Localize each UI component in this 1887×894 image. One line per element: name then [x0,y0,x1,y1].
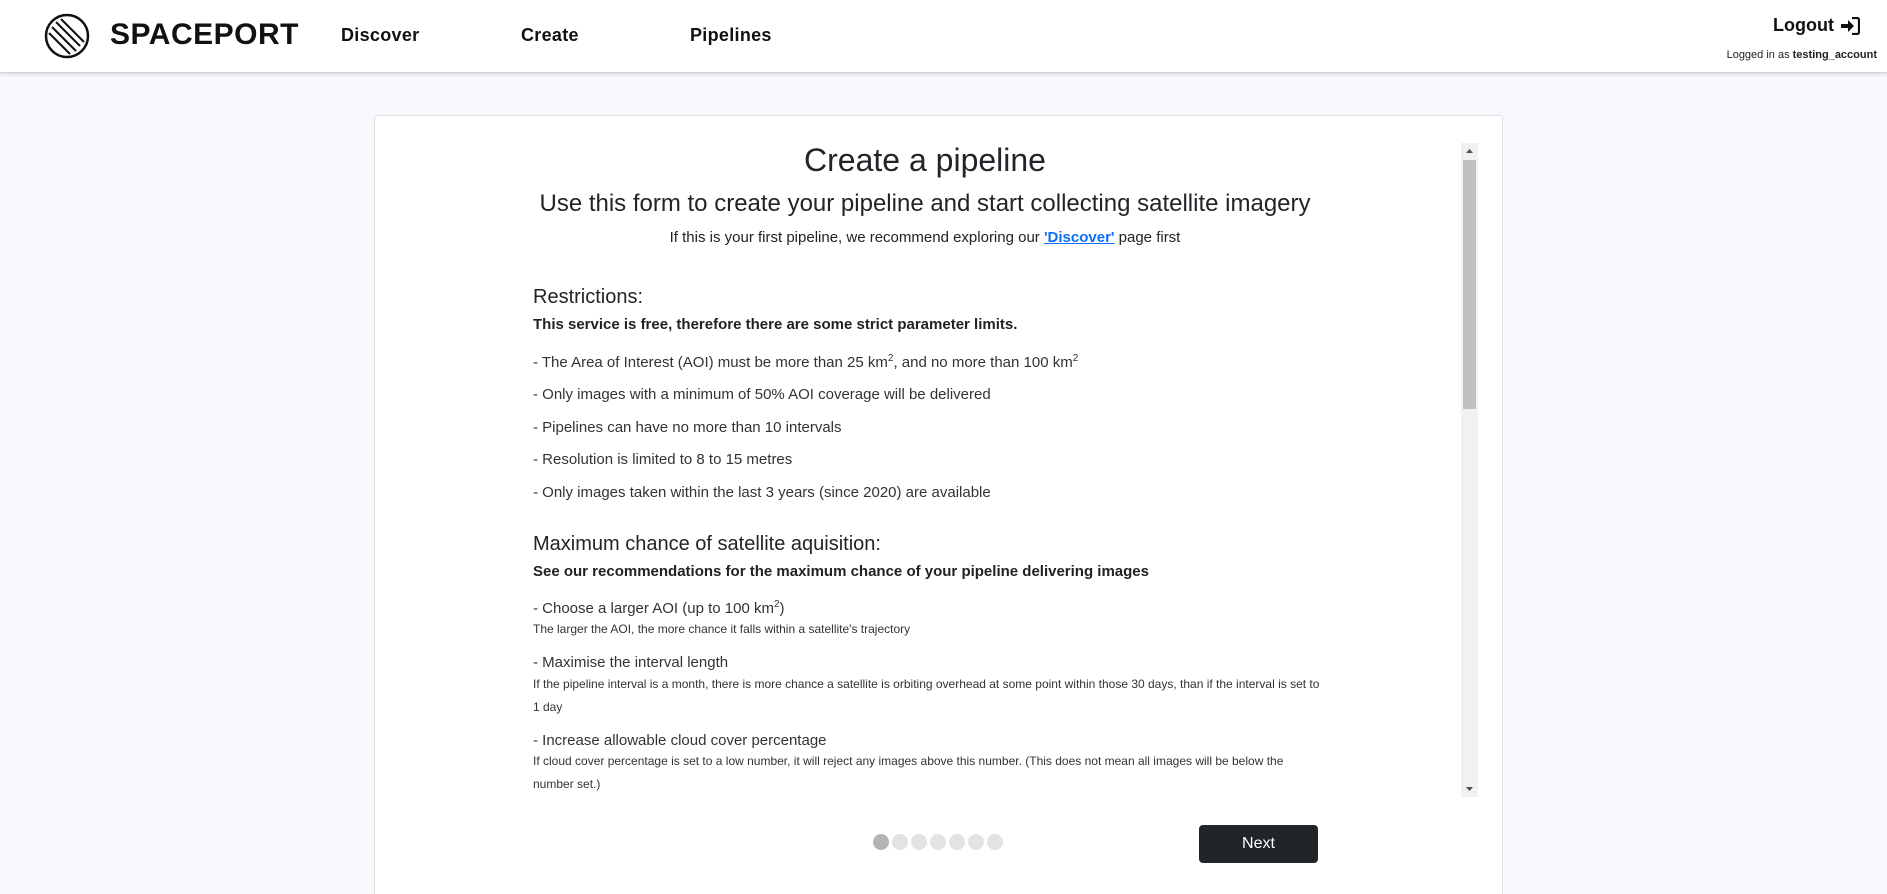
logged-in-prefix: Logged in as [1726,49,1790,61]
restrictions-subheading: This service is free, therefore there ar… [533,316,1018,333]
logout-label: Logout [1773,15,1834,35]
tip-cloud-cover-description: If cloud cover percentage is set to a lo… [533,754,1284,791]
spaceport-logo-icon[interactable] [44,13,90,59]
intro-prefix: If this is your first pipeline, we recom… [669,229,1044,246]
step-indicator [873,834,1003,850]
nav-link-pipelines[interactable]: Pipelines [690,25,772,46]
create-pipeline-card: Create a pipeline Use this form to creat… [374,115,1503,894]
restriction-item-intervals: - Pipelines can have no more than 10 int… [533,419,842,436]
step-dot-7[interactable] [987,834,1003,850]
next-button[interactable]: Next [1199,825,1318,863]
tip-larger-aoi-description: The larger the AOI, the more chance it f… [533,622,911,636]
restriction-item-resolution: - Resolution is limited to 8 to 15 metre… [533,451,793,468]
page-title: Create a pipeline [804,142,1046,178]
tip-interval-length-description: If the pipeline interval is a month, the… [533,677,1320,714]
restrictions-heading: Restrictions: [533,286,644,308]
page-subtitle: Use this form to create your pipeline an… [539,190,1311,217]
scroll-up-arrow-icon[interactable] [1461,143,1478,160]
navbar: SPACEPORT Discover Create Pipelines Logo… [0,0,1887,73]
scrollbar-thumb[interactable] [1463,160,1476,409]
tip-interval-length: - Maximise the interval length [533,654,729,671]
step-dot-1[interactable] [873,834,889,850]
restriction-item-coverage: - Only images with a minimum of 50% AOI … [533,386,991,403]
acquisition-subheading: See our recommendations for the maximum … [533,563,1149,580]
logged-in-username: testing_account [1792,49,1877,61]
step-dot-4[interactable] [930,834,946,850]
step-dot-6[interactable] [968,834,984,850]
tip-larger-aoi: - Choose a larger AOI (up to 100 km2) [533,599,785,617]
intro-text: If this is your first pipeline, we recom… [525,229,1325,246]
form-scroll-area[interactable]: Create a pipeline Use this form to creat… [525,142,1493,794]
discover-link[interactable]: 'Discover' [1044,229,1115,246]
form-scrollbar[interactable] [1461,143,1478,797]
brand-name[interactable]: SPACEPORT [110,18,299,52]
nav-link-discover[interactable]: Discover [341,25,419,46]
restriction-item-date-range: - Only images taken within the last 3 ye… [533,484,991,501]
sign-in-arrow-icon [1841,16,1860,35]
intro-suffix: page first [1114,229,1181,246]
logout-button[interactable]: Logout [1773,15,1860,36]
acquisition-heading: Maximum chance of satellite aquisition: [533,533,881,555]
tip-cloud-cover: - Increase allowable cloud cover percent… [533,732,827,749]
logged-in-status: Logged in as testing_account [1727,49,1877,61]
step-dot-2[interactable] [892,834,908,850]
scroll-down-arrow-icon[interactable] [1461,780,1478,797]
restriction-item-aoi: - The Area of Interest (AOI) must be mor… [533,353,1079,371]
step-dot-3[interactable] [911,834,927,850]
nav-link-create[interactable]: Create [521,25,579,46]
step-dot-5[interactable] [949,834,965,850]
